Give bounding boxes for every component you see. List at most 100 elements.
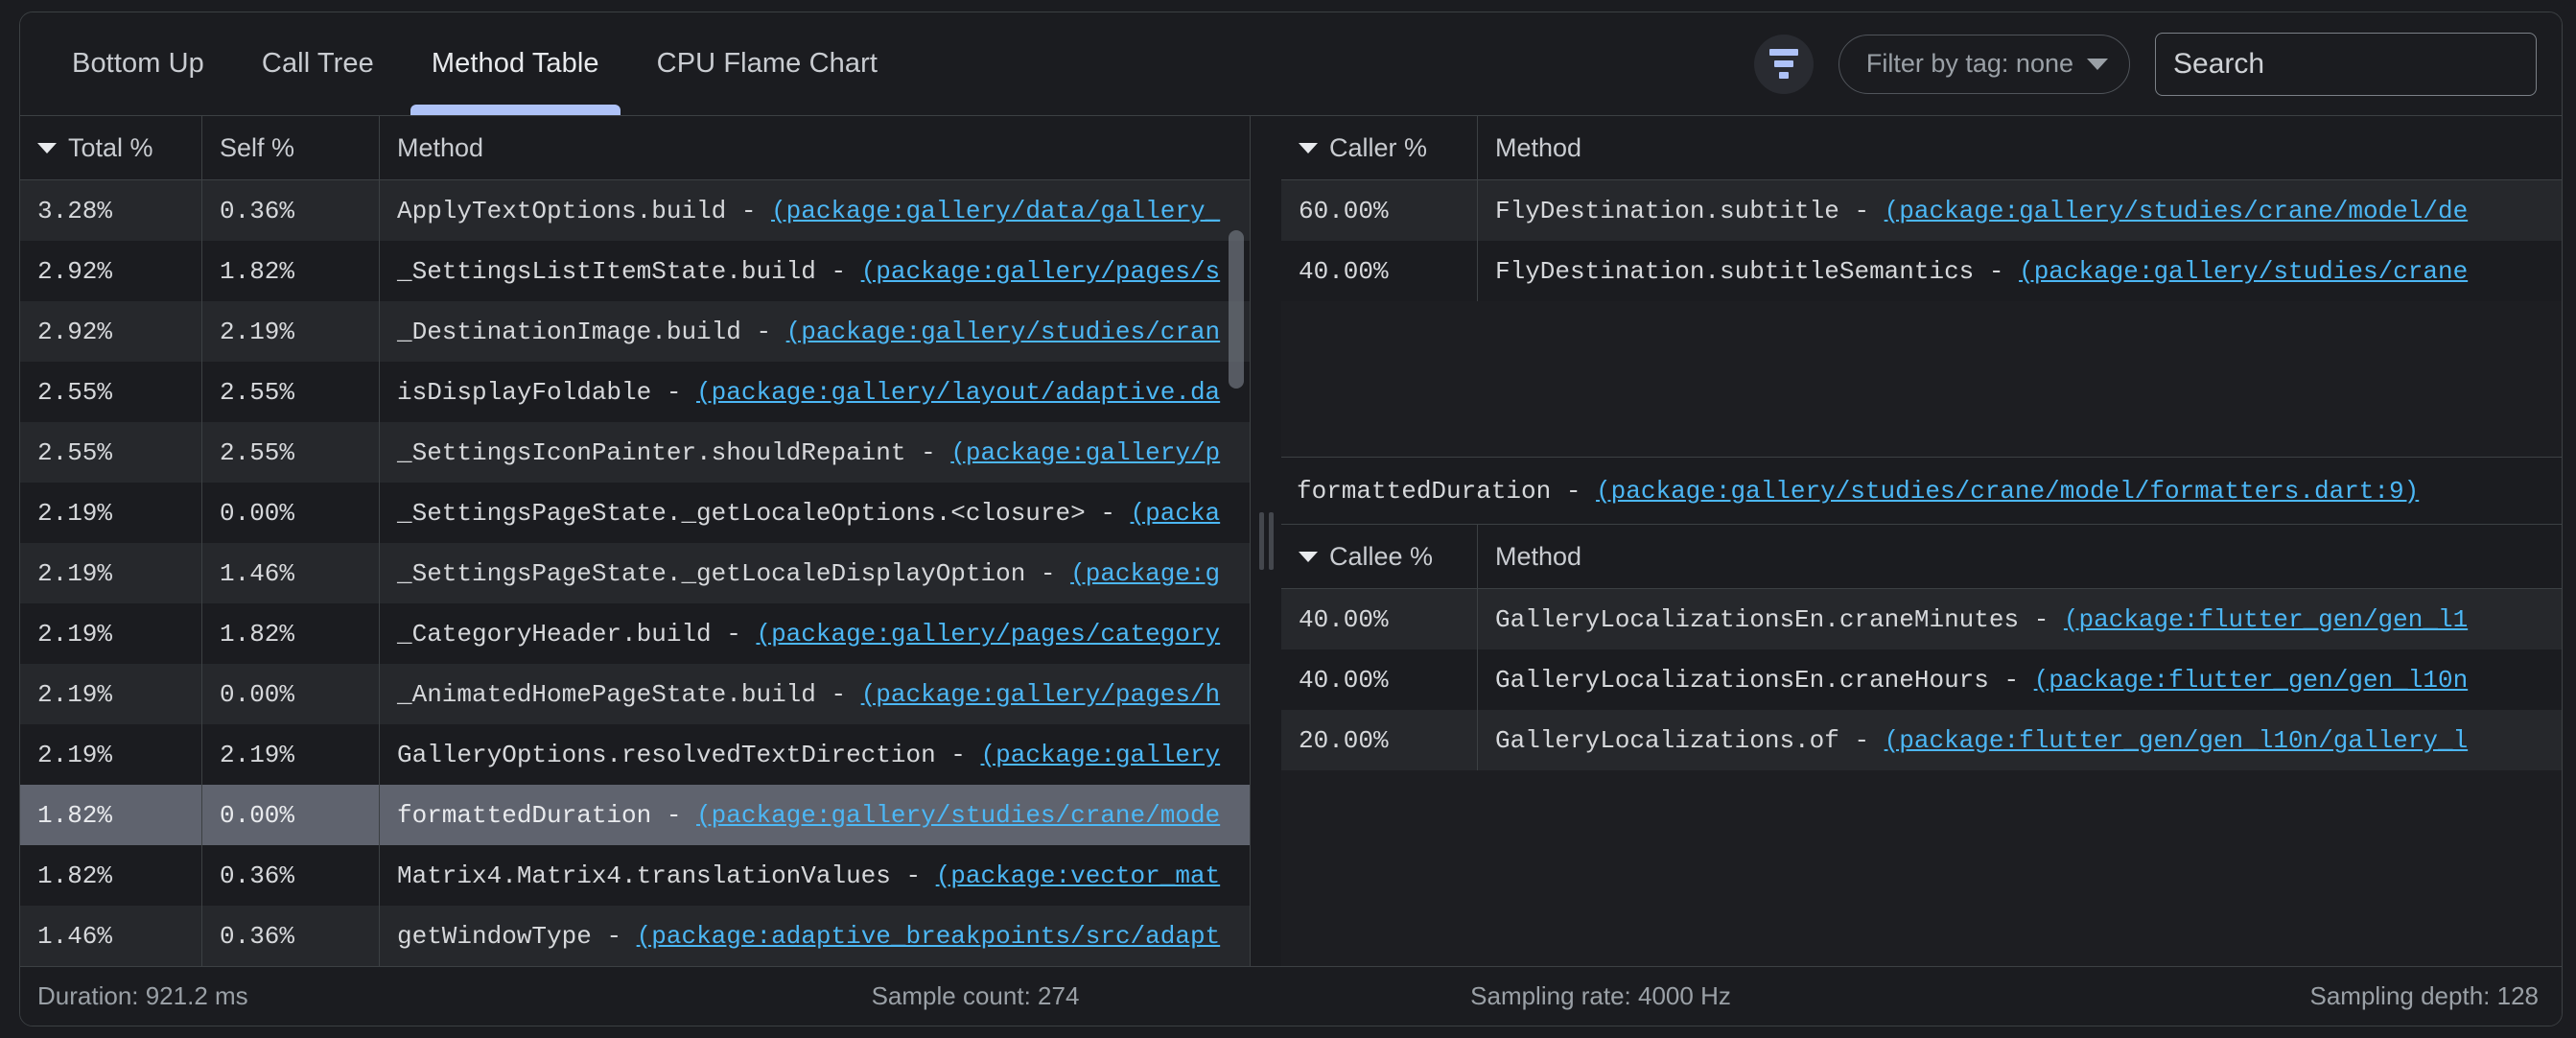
column-header-total-pct[interactable]: Total %: [20, 116, 202, 179]
cell-self-pct: 1.46%: [202, 543, 380, 603]
cell-method[interactable]: ApplyTextOptions.build - (package:galler…: [380, 180, 1250, 241]
method-source-link[interactable]: (package:gallery/layout/adaptive.da: [696, 378, 1220, 407]
method-source-link[interactable]: (package:adaptive_breakpoints/src/adapt: [637, 922, 1221, 951]
cell-callee-method[interactable]: GalleryLocalizationsEn.craneHours - (pac…: [1478, 649, 2562, 710]
method-name: GalleryOptions.resolvedTextDirection: [397, 741, 936, 769]
table-row[interactable]: 2.19%0.00%_AnimatedHomePageState.build -…: [20, 664, 1250, 724]
tab-call-tree[interactable]: Call Tree: [233, 12, 403, 115]
search-input[interactable]: [2155, 33, 2537, 96]
cell-callee-method[interactable]: GalleryLocalizationsEn.craneMinutes - (p…: [1478, 589, 2562, 649]
method-source-link[interactable]: (package:flutter_gen/gen_l1: [2064, 605, 2468, 634]
method-table-body[interactable]: 3.28%0.36%ApplyTextOptions.build - (pack…: [20, 180, 1250, 966]
caller-table-body[interactable]: 60.00%FlyDestination.subtitle - (package…: [1281, 180, 2562, 457]
table-row[interactable]: 40.00%GalleryLocalizationsEn.craneMinute…: [1281, 589, 2562, 649]
table-row[interactable]: 20.00%GalleryLocalizations.of - (package…: [1281, 710, 2562, 770]
cell-total-pct: 2.19%: [20, 543, 202, 603]
cell-caller-method[interactable]: FlyDestination.subtitleSemantics - (pack…: [1478, 241, 2562, 301]
splitter-grip-bar-1: [1259, 512, 1264, 570]
selected-method-separator: -: [1551, 477, 1596, 506]
vertical-scrollbar-thumb[interactable]: [1229, 230, 1244, 389]
status-duration: Duration: 921.2 ms: [20, 981, 663, 1011]
cell-caller-pct: 60.00%: [1281, 180, 1478, 241]
method-separator: -: [1025, 559, 1070, 588]
splitter-grip-bar-2: [1269, 512, 1274, 570]
method-source-link[interactable]: (package:gallery/p: [950, 438, 1220, 467]
cell-total-pct: 2.55%: [20, 362, 202, 422]
cell-callee-method[interactable]: GalleryLocalizations.of - (package:flutt…: [1478, 710, 2562, 770]
selected-method-name: formattedDuration: [1297, 477, 1551, 506]
table-row[interactable]: 40.00%FlyDestination.subtitleSemantics -…: [1281, 241, 2562, 301]
method-source-link[interactable]: (packa: [1131, 499, 1221, 528]
method-name: Matrix4.Matrix4.translationValues: [397, 861, 891, 890]
method-source-link[interactable]: (package:gallery/pages/s: [861, 257, 1220, 286]
column-header-callee-method[interactable]: Method: [1478, 525, 2562, 588]
cell-method[interactable]: Matrix4.Matrix4.translationValues - (pac…: [380, 845, 1250, 906]
column-header-callee-pct-label: Callee %: [1329, 542, 1433, 572]
cell-method[interactable]: _SettingsIconPainter.shouldRepaint - (pa…: [380, 422, 1250, 483]
method-source-link[interactable]: (package:flutter_gen/gen_l10n/gallery_l: [1885, 726, 2469, 755]
table-row[interactable]: 60.00%FlyDestination.subtitle - (package…: [1281, 180, 2562, 241]
table-row[interactable]: 2.19%0.00%_SettingsPageState._getLocaleO…: [20, 483, 1250, 543]
method-name: _DestinationImage.build: [397, 318, 741, 346]
cell-caller-method[interactable]: FlyDestination.subtitle - (package:galle…: [1478, 180, 2562, 241]
cell-method[interactable]: isDisplayFoldable - (package:gallery/lay…: [380, 362, 1250, 422]
table-row[interactable]: 2.92%2.19%_DestinationImage.build - (pac…: [20, 301, 1250, 362]
table-row[interactable]: 1.82%0.36%Matrix4.Matrix4.translationVal…: [20, 845, 1250, 906]
table-row[interactable]: 3.28%0.36%ApplyTextOptions.build - (pack…: [20, 180, 1250, 241]
cell-method[interactable]: formattedDuration - (package:gallery/stu…: [380, 785, 1250, 845]
method-source-link[interactable]: (package:gallery/data/gallery_: [771, 197, 1220, 225]
filter-icon-bar-2: [1774, 60, 1793, 67]
column-header-caller-method[interactable]: Method: [1478, 116, 2562, 179]
tab-method-table[interactable]: Method Table: [403, 12, 628, 115]
column-header-method[interactable]: Method: [380, 116, 1250, 179]
table-row[interactable]: 2.55%2.55%isDisplayFoldable - (package:g…: [20, 362, 1250, 422]
column-header-self-pct[interactable]: Self %: [202, 116, 380, 179]
callee-table-body[interactable]: 40.00%GalleryLocalizationsEn.craneMinute…: [1281, 589, 2562, 966]
cell-self-pct: 0.36%: [202, 845, 380, 906]
method-source-link[interactable]: (package:g: [1070, 559, 1220, 588]
tag-filter-label: Filter by tag: none: [1866, 49, 2073, 79]
method-source-link[interactable]: (package:gallery/pages/category: [756, 620, 1220, 649]
cell-method[interactable]: _SettingsPageState._getLocaleOptions.<cl…: [380, 483, 1250, 543]
table-row[interactable]: 1.82%0.00%formattedDuration - (package:g…: [20, 785, 1250, 845]
method-source-link[interactable]: (package:gallery/studies/crane/mode: [696, 801, 1220, 830]
method-table: Total % Self % Method 3.28%0.36%ApplyTex…: [20, 116, 1251, 966]
table-row[interactable]: 2.55%2.55%_SettingsIconPainter.shouldRep…: [20, 422, 1250, 483]
method-source-link[interactable]: (package:gallery: [981, 741, 1221, 769]
method-name: _CategoryHeader.build: [397, 620, 712, 649]
method-source-link[interactable]: (package:vector_mat: [936, 861, 1220, 890]
method-separator: -: [1839, 726, 1885, 755]
cell-method[interactable]: _SettingsListItemState.build - (package:…: [380, 241, 1250, 301]
cell-method[interactable]: _CategoryHeader.build - (package:gallery…: [380, 603, 1250, 664]
cell-method[interactable]: _SettingsPageState._getLocaleDisplayOpti…: [380, 543, 1250, 603]
column-header-caller-pct[interactable]: Caller %: [1281, 116, 1478, 179]
tag-filter-dropdown[interactable]: Filter by tag: none: [1838, 35, 2130, 94]
method-source-link[interactable]: (package:gallery/studies/crane/model/de: [1885, 197, 2469, 225]
selected-method-source-link[interactable]: (package:gallery/studies/crane/model/for…: [1596, 477, 2419, 506]
panel-splitter-handle[interactable]: [1251, 116, 1281, 966]
table-row[interactable]: 1.46%0.36%getWindowType - (package:adapt…: [20, 906, 1250, 966]
cell-total-pct: 2.19%: [20, 724, 202, 785]
table-row[interactable]: 2.19%1.82%_CategoryHeader.build - (packa…: [20, 603, 1250, 664]
method-source-link[interactable]: (package:gallery/pages/h: [861, 680, 1220, 709]
cell-callee-pct: 40.00%: [1281, 649, 1478, 710]
cell-method[interactable]: _AnimatedHomePageState.build - (package:…: [380, 664, 1250, 724]
filter-icon-button[interactable]: [1754, 35, 1814, 94]
table-row[interactable]: 2.92%1.82%_SettingsListItemState.build -…: [20, 241, 1250, 301]
method-separator: -: [891, 861, 936, 890]
column-header-callee-pct[interactable]: Callee %: [1281, 525, 1478, 588]
cell-self-pct: 0.00%: [202, 483, 380, 543]
method-source-link[interactable]: (package:gallery/studies/crane: [2019, 257, 2468, 286]
tab-cpu-flame-chart[interactable]: CPU Flame Chart: [628, 12, 906, 115]
table-row[interactable]: 2.19%1.46%_SettingsPageState._getLocaleD…: [20, 543, 1250, 603]
cell-method[interactable]: GalleryOptions.resolvedTextDirection - (…: [380, 724, 1250, 785]
table-row[interactable]: 40.00%GalleryLocalizationsEn.craneHours …: [1281, 649, 2562, 710]
method-source-link[interactable]: (package:flutter_gen/gen_l10n: [2034, 666, 2468, 695]
cell-method[interactable]: _DestinationImage.build - (package:galle…: [380, 301, 1250, 362]
tab-bottom-up[interactable]: Bottom Up: [43, 12, 233, 115]
cell-method[interactable]: getWindowType - (package:adaptive_breakp…: [380, 906, 1250, 966]
table-row[interactable]: 2.19%2.19%GalleryOptions.resolvedTextDir…: [20, 724, 1250, 785]
method-source-link[interactable]: (package:gallery/studies/cran: [786, 318, 1220, 346]
chevron-down-icon: [37, 143, 57, 153]
cell-total-pct: 2.19%: [20, 664, 202, 724]
